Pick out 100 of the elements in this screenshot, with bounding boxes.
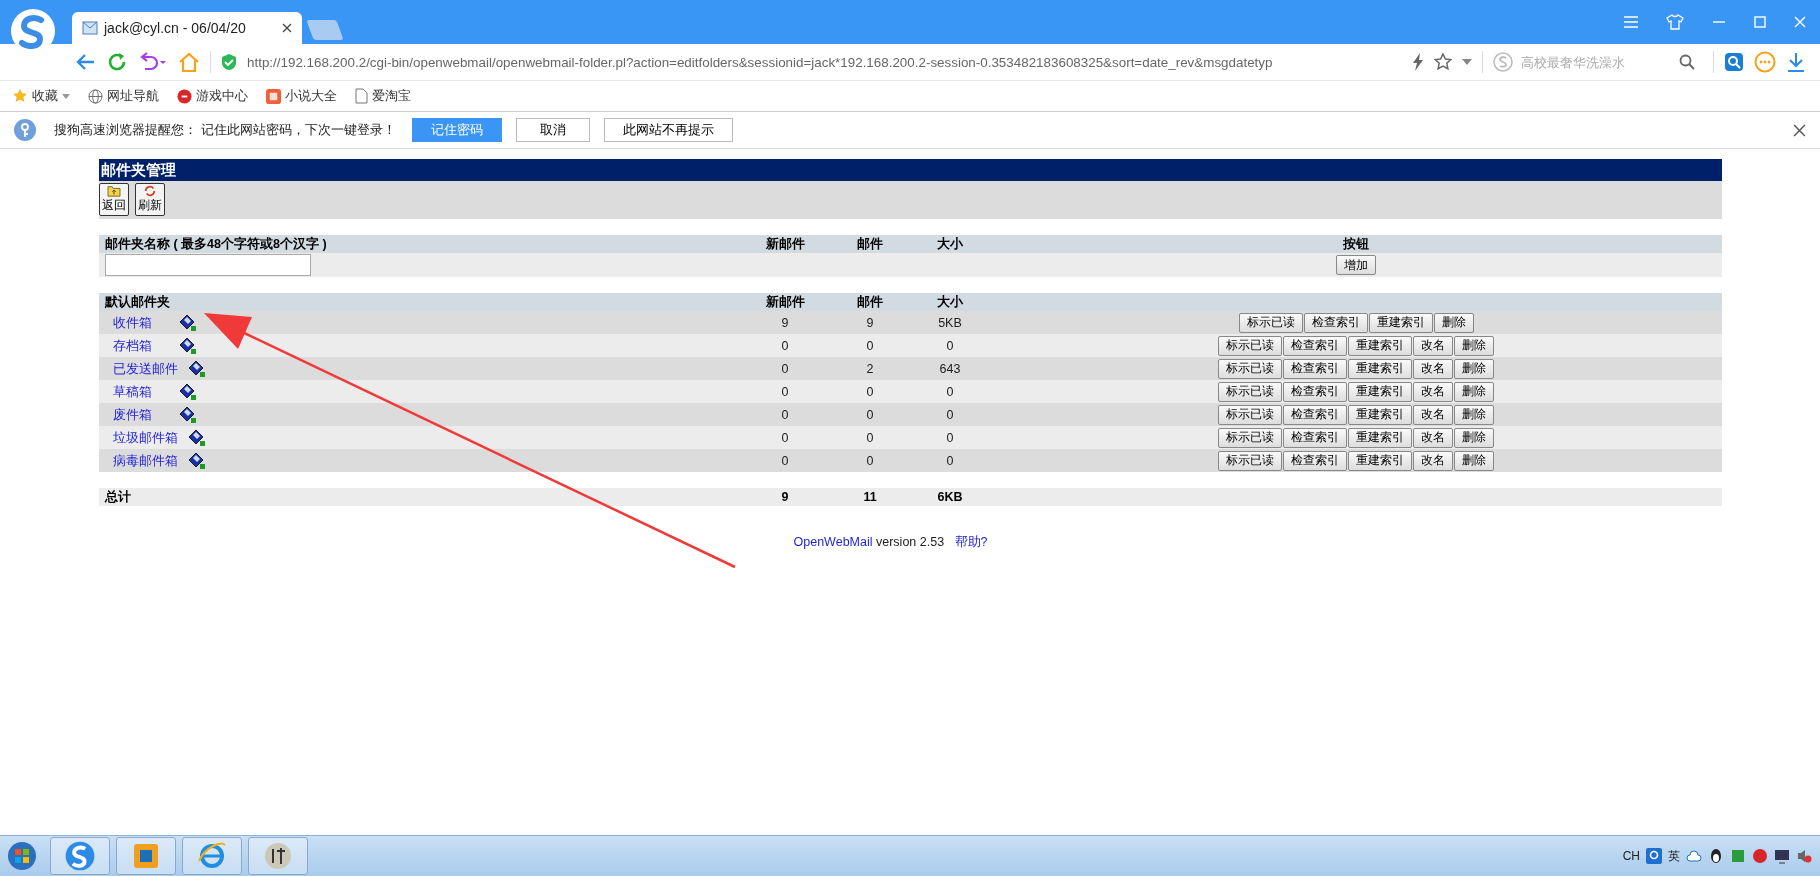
book-logo-icon <box>266 88 281 104</box>
browser-tab[interactable]: jack@cyl.cn - 06/04/20 <box>72 12 302 44</box>
column-header: 邮件 <box>856 293 884 311</box>
folder-action-button[interactable]: 改名 <box>1413 427 1453 448</box>
folder-name-field[interactable] <box>105 254 311 276</box>
folder-action-button[interactable]: 检查索引 <box>1283 404 1347 425</box>
folder-action-button[interactable]: 改名 <box>1413 381 1453 402</box>
table-cell-text: 0 <box>865 407 875 422</box>
cloud-icon[interactable] <box>1686 850 1702 862</box>
folder-action-button[interactable]: 删除 <box>1454 335 1494 356</box>
folder-action-button[interactable]: 重建索引 <box>1348 404 1412 425</box>
input-language-text[interactable]: CH <box>1622 849 1640 863</box>
back-icon[interactable] <box>76 53 96 71</box>
muted-speaker-icon[interactable] <box>1796 848 1812 864</box>
folder-action-button[interactable]: 检查索引 <box>1283 358 1347 379</box>
taskbar-app-icon[interactable] <box>248 837 308 875</box>
magnifier-badge-icon[interactable] <box>1724 52 1744 72</box>
bookmark-link[interactable]: 爱淘宝 <box>355 87 411 105</box>
folder-link[interactable]: 收件箱 <box>113 313 169 332</box>
table-cell-text: 643 <box>938 361 962 376</box>
sogou-logo-icon <box>1493 52 1513 72</box>
folder-action-button[interactable]: 删除 <box>1454 450 1494 471</box>
folder-link[interactable]: 病毒邮件箱 <box>113 451 178 470</box>
table-cell-text: 11 <box>862 490 878 504</box>
folder-action-button[interactable]: 标示已读 <box>1218 335 1282 356</box>
folder-action-button[interactable]: 删除 <box>1433 312 1474 333</box>
bookmark-link[interactable]: 游戏中心 <box>177 87 248 105</box>
folder-action-button[interactable]: 标示已读 <box>1218 450 1282 471</box>
caret-icon[interactable] <box>62 93 70 99</box>
folder-action-button[interactable]: 改名 <box>1413 335 1453 356</box>
maximize-icon[interactable] <box>1754 16 1766 28</box>
table-cell-text: 0 <box>780 453 790 468</box>
star-icon <box>12 88 28 104</box>
folder-link[interactable]: 已发送邮件 <box>113 359 178 378</box>
folder-action-button[interactable]: 标示已读 <box>1218 427 1282 448</box>
toolbar-button[interactable]: 刷新 <box>135 183 165 216</box>
search-icon[interactable] <box>1679 54 1695 70</box>
game-logo-icon <box>177 88 192 104</box>
folder-action-button[interactable]: 标示已读 <box>1218 404 1282 425</box>
folder-action-button[interactable]: 改名 <box>1413 404 1453 425</box>
home-icon[interactable] <box>178 51 200 73</box>
shirt-icon[interactable] <box>1666 14 1684 30</box>
monitor-icon[interactable] <box>1774 848 1790 864</box>
caret-icon[interactable] <box>1462 59 1472 65</box>
table-cell-text: 0 <box>865 430 875 445</box>
table-cell-text: 0 <box>865 338 875 353</box>
folder-action-button[interactable]: 检查索引 <box>1283 335 1347 356</box>
folder-action-button[interactable]: 删除 <box>1454 381 1494 402</box>
close-icon[interactable] <box>282 23 292 33</box>
folder-action-button[interactable]: 重建索引 <box>1348 450 1412 471</box>
globe-icon <box>88 88 103 104</box>
page-title: 邮件夹管理 <box>99 159 1722 181</box>
table-cell-text: 9 <box>780 315 790 330</box>
folder-action-button[interactable]: 检查索引 <box>1283 450 1347 471</box>
star-icon[interactable] <box>1434 53 1452 71</box>
close-icon[interactable] <box>1793 123 1806 137</box>
folder-action-button[interactable]: 标示已读 <box>1218 381 1282 402</box>
bookmark-link[interactable]: 收藏 <box>12 87 70 105</box>
table-cell-text: 0 <box>865 384 875 399</box>
input-mode-text[interactable]: 英 <box>1668 847 1680 865</box>
folder-link[interactable]: 草稿箱 <box>113 382 169 401</box>
penguin-icon[interactable] <box>1708 848 1724 864</box>
lightning-icon[interactable] <box>1412 53 1424 71</box>
folder-action-button[interactable]: 删除 <box>1454 358 1494 379</box>
folder-action-button[interactable]: 标示已读 <box>1218 358 1282 379</box>
folder-action-button[interactable]: 删除 <box>1454 427 1494 448</box>
input-method-icon[interactable] <box>1646 848 1662 864</box>
refresh-icon[interactable] <box>106 51 128 73</box>
product-link[interactable]: OpenWebMail <box>793 535 873 549</box>
toolbar-button[interactable]: 返回 <box>99 183 129 216</box>
folder-action-button[interactable]: 检查索引 <box>1283 381 1347 402</box>
infobar-button[interactable]: 此网站不再提示 <box>603 118 733 142</box>
folder-action-button[interactable]: 检查索引 <box>1303 312 1368 333</box>
table-cell-text: 2 <box>865 361 875 376</box>
folder-action-button[interactable]: 检查索引 <box>1283 427 1347 448</box>
table-cell-text: 0 <box>780 430 790 445</box>
bookmark-link[interactable]: 小说大全 <box>266 87 337 105</box>
folder-action-button[interactable]: 重建索引 <box>1348 381 1412 402</box>
undo-icon[interactable] <box>138 52 168 72</box>
folder-action-button[interactable]: 重建索引 <box>1368 312 1433 333</box>
folder-action-button[interactable]: 重建索引 <box>1348 427 1412 448</box>
help-link[interactable]: 帮助? <box>954 535 988 549</box>
menu-icon[interactable] <box>1624 16 1638 28</box>
folder-link[interactable]: 存档箱 <box>113 336 169 355</box>
more-icon[interactable] <box>1754 51 1776 73</box>
folder-link[interactable]: 废件箱 <box>113 405 169 424</box>
folder-action-button[interactable]: 重建索引 <box>1348 358 1412 379</box>
folder-action-button[interactable]: 删除 <box>1454 404 1494 425</box>
bookmark-link[interactable]: 网址导航 <box>88 87 159 105</box>
folder-action-button[interactable]: 改名 <box>1413 450 1453 471</box>
add-button[interactable]: 增加 <box>1336 255 1376 275</box>
folder-link[interactable]: 垃圾邮件箱 <box>113 428 178 447</box>
table-cell-text: 0 <box>945 338 955 353</box>
folder-action-button[interactable]: 改名 <box>1413 358 1453 379</box>
folder-action-button[interactable]: 重建索引 <box>1348 335 1412 356</box>
infobar-button[interactable]: 取消 <box>515 118 590 142</box>
address-field[interactable]: http://192.168.200.2/cgi-bin/openwebmail/openwebmail-folder.pl?action=editfolders&sessionid=jack*192.168.200.2-session-0.353482183608325&sort=date_rev&msgdatetyp <box>247 54 1402 70</box>
column-header: 按钮 <box>1342 235 1370 253</box>
folder-action-button[interactable]: 标示已读 <box>1238 312 1303 333</box>
download-icon[interactable] <box>1786 52 1806 72</box>
